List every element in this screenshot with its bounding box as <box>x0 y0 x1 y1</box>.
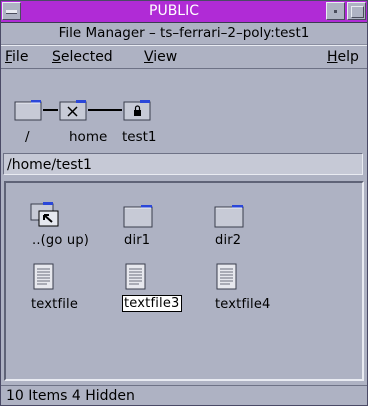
menu-help[interactable]: Help <box>327 49 359 65</box>
minimize-button[interactable] <box>326 2 345 20</box>
text-file-icon <box>216 263 237 290</box>
folder-up-icon <box>30 202 59 227</box>
path-label-root: / <box>25 129 30 145</box>
path-connector <box>88 109 122 111</box>
path-home-folder[interactable] <box>59 99 87 121</box>
folder-restricted-icon <box>59 100 87 121</box>
window-menu-icon <box>6 10 17 14</box>
menu-view-label: iew <box>153 49 178 65</box>
file-label: textfile <box>31 297 79 312</box>
text-file-icon <box>33 263 54 290</box>
menu-file-mnemonic: F <box>5 49 13 65</box>
file-label: textfile4 <box>215 297 271 312</box>
path-input[interactable]: /home/test1 <box>3 153 363 175</box>
file-label: ..(go up) <box>32 233 90 248</box>
folder-icon <box>14 100 42 121</box>
file-label-selected: textfile3 <box>122 295 182 312</box>
menu-help-label: elp <box>337 49 359 65</box>
menu-help-mnemonic: H <box>327 49 338 65</box>
file-list-pane[interactable]: ..(go up) dir1 dir2 textfile textfile3 t… <box>4 181 364 381</box>
window-menu-button[interactable] <box>2 2 21 20</box>
menu-view-mnemonic: V <box>144 49 154 65</box>
file-manager-window: PUBLIC File Manager – ts–ferrari–2–poly:… <box>0 0 368 406</box>
path-test1-folder[interactable] <box>123 99 151 121</box>
window-title: PUBLIC <box>149 3 199 19</box>
window-subtitle: File Manager – ts–ferrari–2–poly:test1 <box>1 23 367 45</box>
minimize-icon <box>334 10 337 13</box>
menu-file[interactable]: File <box>5 49 28 65</box>
path-root-folder[interactable] <box>14 99 42 121</box>
folder-icon <box>214 205 244 228</box>
path-label-home: home <box>69 129 108 145</box>
file-label: dir1 <box>124 233 151 248</box>
menu-view[interactable]: View <box>144 49 177 65</box>
folder-icon <box>123 205 153 228</box>
menu-file-label: ile <box>12 49 29 65</box>
status-bar: 10 Items 4 Hidden <box>1 385 367 405</box>
maximize-icon <box>351 6 364 18</box>
menu-bar: File Selected View Help <box>1 45 367 69</box>
menu-selected[interactable]: Selected <box>52 49 113 65</box>
path-icon-bar: / home test1 <box>1 92 367 152</box>
menu-selected-mnemonic: S <box>52 49 61 65</box>
menu-selected-label: elected <box>60 49 113 65</box>
folder-locked-icon <box>123 100 151 121</box>
path-label-test1: test1 <box>122 129 157 145</box>
title-bar[interactable]: PUBLIC <box>1 1 367 23</box>
file-label: dir2 <box>215 233 242 248</box>
maximize-button[interactable] <box>347 2 366 20</box>
path-connector <box>43 109 58 111</box>
text-file-icon <box>125 263 146 290</box>
